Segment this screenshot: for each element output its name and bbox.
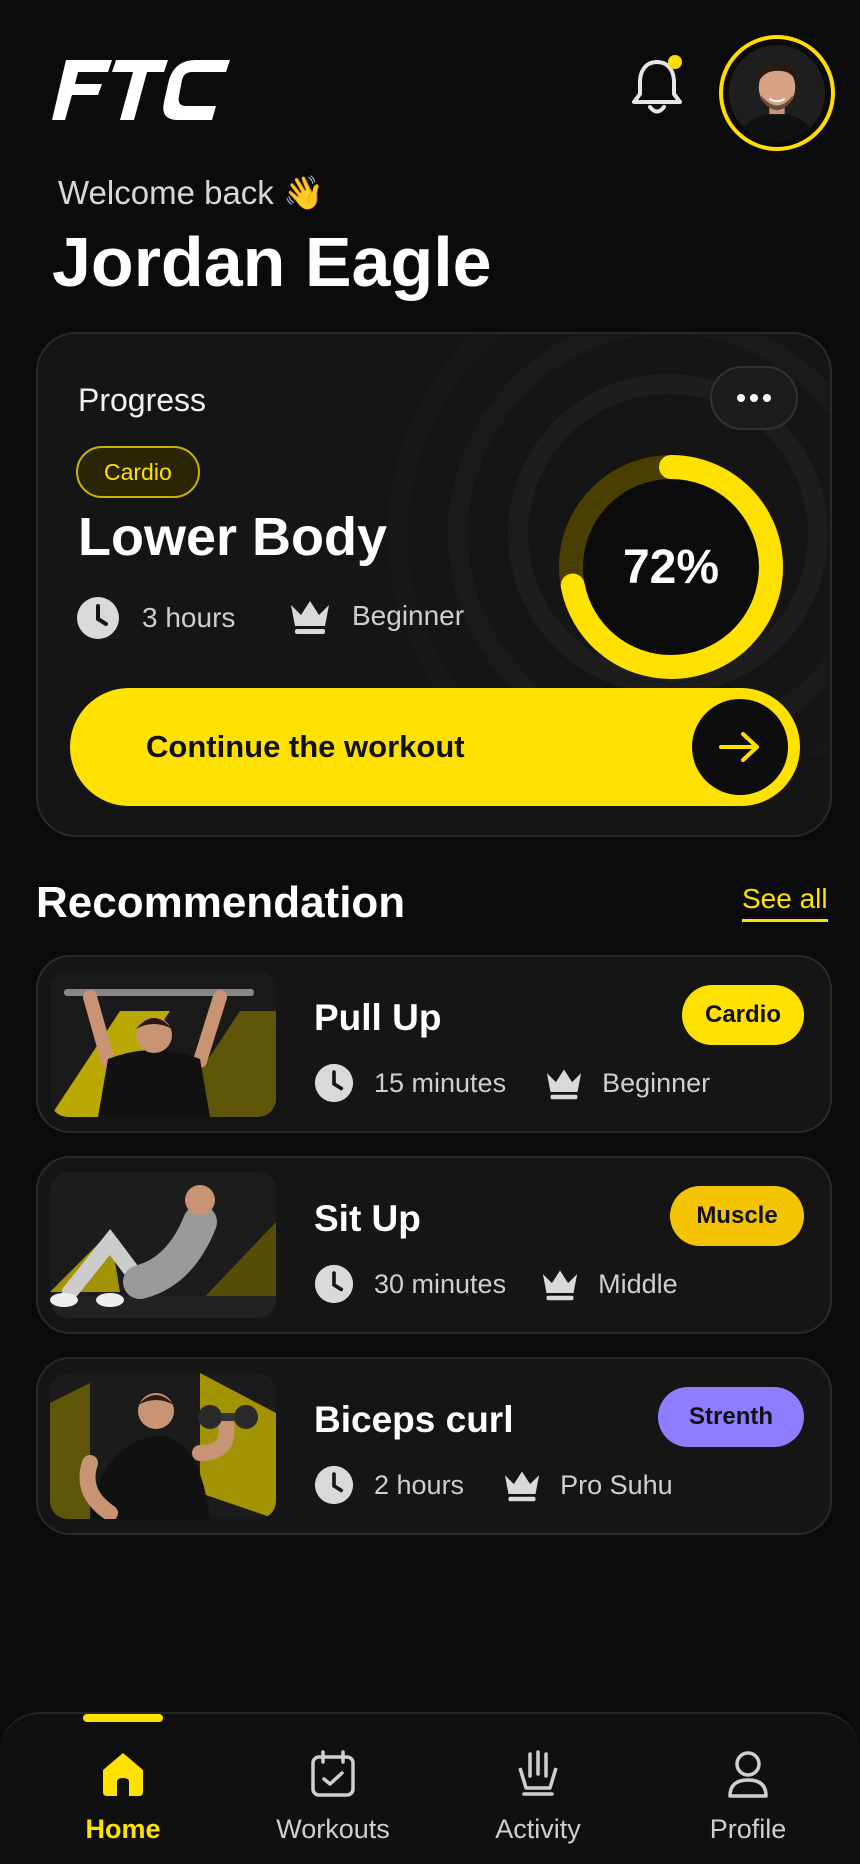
sit-up-image xyxy=(50,1172,276,1318)
category-tag: Cardio xyxy=(76,446,200,498)
home-icon xyxy=(103,1753,143,1796)
rec-tag: Muscle xyxy=(670,1186,804,1246)
see-all-link[interactable]: See all xyxy=(742,883,828,922)
crown-icon xyxy=(542,1270,578,1301)
recommendation-title: Recommendation xyxy=(36,878,406,927)
activity-icon xyxy=(518,1750,558,1796)
nav-label-profile: Profile xyxy=(709,1814,787,1844)
recommendation-card-sit-up[interactable]: Sit Up 30 minutes Middle Muscle xyxy=(36,1156,832,1334)
continue-workout-button[interactable]: Continue the workout xyxy=(70,688,800,806)
nav-item-activity[interactable]: Activity xyxy=(458,1748,618,1845)
rec-level: Middle xyxy=(598,1268,678,1299)
recommendation-card-biceps-curl[interactable]: Biceps curl 2 hours Pro Suhu Strenth xyxy=(36,1357,832,1535)
crown-icon xyxy=(546,1069,582,1100)
pull-up-image xyxy=(50,971,276,1117)
rec-duration: 2 hours xyxy=(374,1469,465,1500)
clock-icon xyxy=(77,597,119,639)
crown-icon xyxy=(504,1471,540,1502)
nav-item-home[interactable]: Home xyxy=(43,1748,203,1845)
duration-meta: 3 hours xyxy=(76,596,235,640)
recommendation-card-pull-up[interactable]: Pull Up 15 minutes Beginner Cardio xyxy=(36,955,832,1133)
dot-icon xyxy=(750,394,758,402)
rec-duration: 30 minutes xyxy=(374,1268,507,1299)
more-options-button[interactable] xyxy=(710,366,798,430)
rec-meta: 30 minutes Middle xyxy=(314,1264,678,1304)
progress-percent: 72% xyxy=(622,540,720,594)
avatar[interactable] xyxy=(719,35,835,151)
nav-active-indicator xyxy=(83,1714,163,1722)
rec-tag: Cardio xyxy=(682,985,804,1045)
rec-name: Sit Up xyxy=(314,1198,421,1239)
continue-workout-label: Continue the workout xyxy=(146,729,465,764)
notification-dot xyxy=(668,55,682,69)
rec-meta: 2 hours Pro Suhu xyxy=(314,1465,673,1505)
bottom-nav: Home Workouts Activity Profile xyxy=(0,1712,860,1864)
ftc-logo[interactable] xyxy=(52,58,232,122)
rec-tag: Strenth xyxy=(658,1387,804,1447)
dot-icon xyxy=(763,394,771,402)
arrow-right-icon xyxy=(692,699,788,795)
dot-icon xyxy=(737,394,745,402)
nav-item-workouts[interactable]: Workouts xyxy=(253,1748,413,1845)
duration-text: 3 hours xyxy=(142,602,236,633)
nav-label-home: Home xyxy=(85,1814,161,1844)
nav-item-profile[interactable]: Profile xyxy=(668,1748,828,1845)
nav-label-activity: Activity xyxy=(495,1814,581,1844)
progress-title: Progress xyxy=(78,382,207,418)
rec-level: Beginner xyxy=(602,1067,711,1098)
crown-icon xyxy=(291,601,329,634)
biceps-curl-image xyxy=(50,1373,276,1519)
clock-icon xyxy=(314,1063,354,1103)
rec-name: Biceps curl xyxy=(314,1399,514,1440)
rec-name: Pull Up xyxy=(314,997,442,1038)
rec-meta: 15 minutes Beginner xyxy=(314,1063,710,1103)
rec-level: Pro Suhu xyxy=(560,1469,673,1500)
clock-icon xyxy=(314,1264,354,1304)
clock-icon xyxy=(314,1465,354,1505)
welcome-text: Welcome back 👋 xyxy=(58,174,325,211)
level-meta: Beginner xyxy=(288,596,464,636)
user-icon xyxy=(728,1751,768,1798)
nav-label-workouts: Workouts xyxy=(276,1814,390,1844)
workout-title: Lower Body xyxy=(78,507,388,567)
bell-icon[interactable] xyxy=(626,52,688,120)
user-name: Jordan Eagle xyxy=(52,223,492,301)
level-text: Beginner xyxy=(352,600,465,631)
progress-card: Progress Cardio Lower Body 3 hours Begin… xyxy=(36,332,832,837)
calendar-icon xyxy=(311,1750,355,1797)
rec-duration: 15 minutes xyxy=(374,1067,507,1098)
